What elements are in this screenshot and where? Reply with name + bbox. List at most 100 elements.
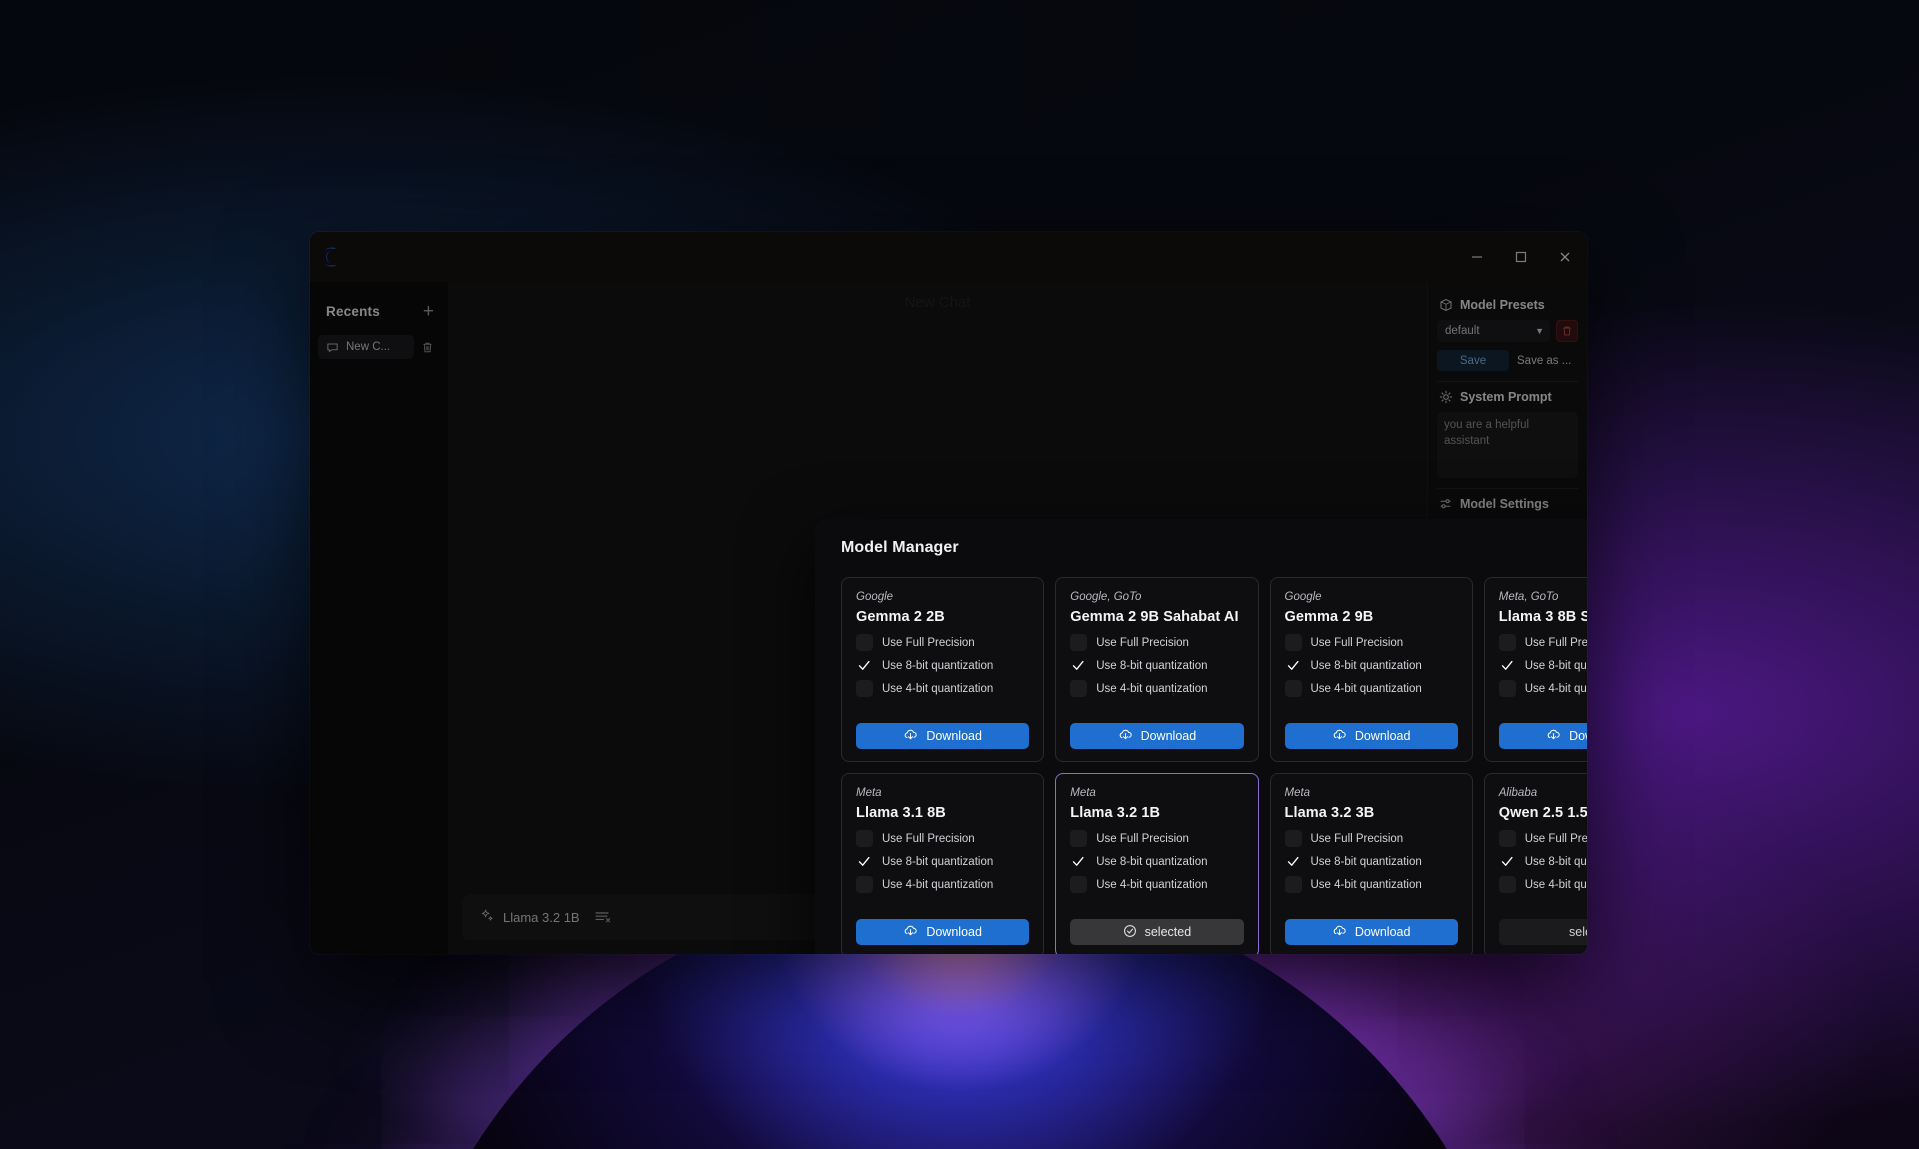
download-label: Download xyxy=(926,729,982,743)
model-name: Llama 3.2 3B xyxy=(1284,805,1375,821)
download-label: Download xyxy=(1354,729,1411,743)
option-row[interactable]: Use 4-bit quantization xyxy=(856,680,1029,697)
option-row[interactable]: Use 8-bit quantization xyxy=(1285,853,1458,870)
download-button[interactable]: Download xyxy=(1498,723,1587,749)
check-circle-icon xyxy=(1123,924,1137,941)
checkbox-unchecked[interactable] xyxy=(1070,680,1088,697)
model-name: Llama 3 8B Sahabat AI xyxy=(1498,609,1587,625)
checkbox-unchecked[interactable] xyxy=(1284,830,1302,847)
option-label: Use Full Precision xyxy=(1310,832,1404,845)
option-row[interactable]: Use 4-bit quantization xyxy=(1498,680,1587,697)
option-label: Use Full Precision xyxy=(1310,636,1404,649)
option-row[interactable]: Use Full Precision xyxy=(1284,634,1458,651)
checkbox-unchecked[interactable] xyxy=(1284,876,1302,893)
quantization-options: Use Full Precision Use 8-bit quantization… xyxy=(856,830,1029,893)
option-row[interactable]: Use 8-bit quantization xyxy=(1499,853,1587,870)
option-row[interactable]: Use Full Precision xyxy=(1284,830,1458,847)
dialog-title: Model Manager xyxy=(841,539,959,556)
model-name: Gemma 2 9B xyxy=(1284,609,1374,625)
checkbox-unchecked[interactable] xyxy=(856,830,873,847)
model-card[interactable]: Meta Llama 3.1 8B Use Full Precision Use 8-… xyxy=(841,773,1045,954)
option-label: Use 4-bit quantization xyxy=(1524,878,1587,891)
option-row[interactable]: Use 8-bit quantization xyxy=(856,657,1029,674)
checkbox-unchecked[interactable] xyxy=(856,876,873,893)
option-row[interactable]: Use 4-bit quantization xyxy=(856,876,1029,893)
option-row[interactable]: Use Full Precision xyxy=(1498,634,1587,651)
option-row[interactable]: Use 8-bit quantization xyxy=(1285,657,1458,674)
cloud-download-icon xyxy=(1332,728,1347,745)
cloud-download-icon xyxy=(1546,728,1561,745)
option-row[interactable]: Use Full Precision xyxy=(1498,830,1587,847)
option-row[interactable]: Use Full Precision xyxy=(1070,634,1243,651)
option-row[interactable]: Use 8-bit quantization xyxy=(1499,657,1587,674)
model-card[interactable]: Google Gemma 2 2B Use Full Precision Use 8-… xyxy=(841,577,1045,762)
option-row[interactable]: Use 4-bit quantization xyxy=(1070,680,1243,697)
select-button[interactable]: select xyxy=(1498,919,1587,945)
model-card[interactable]: Google, GoTo Gemma 2 9B Sahabat AI Use Ful… xyxy=(1055,577,1259,762)
download-button[interactable]: Download xyxy=(856,919,1030,945)
option-row[interactable]: Use 8-bit quantization xyxy=(856,853,1029,870)
model-name: Qwen 2.5 1.5B xyxy=(1498,805,1587,821)
checkbox-checked[interactable] xyxy=(856,853,873,870)
model-card-grid: Google Gemma 2 2B Use Full Precision Use 8-… xyxy=(841,577,1587,954)
checkbox-unchecked[interactable] xyxy=(1498,634,1516,651)
option-label: Use 4-bit quantization xyxy=(882,878,994,891)
model-org: Meta xyxy=(1284,787,1311,799)
model-card[interactable]: Meta Llama 3.2 3B Use Full Precision Use 8-… xyxy=(1269,773,1473,954)
checkbox-checked[interactable] xyxy=(1070,657,1087,674)
checkbox-unchecked[interactable] xyxy=(1284,634,1302,651)
checkbox-unchecked[interactable] xyxy=(856,680,873,697)
model-org: Alibaba xyxy=(1498,787,1538,799)
checkbox-checked[interactable] xyxy=(1070,853,1087,870)
download-button[interactable]: Download xyxy=(1070,723,1244,749)
quantization-options: Use Full Precision Use 8-bit quantization… xyxy=(1070,830,1243,893)
option-row[interactable]: Use Full Precision xyxy=(856,634,1029,651)
checkbox-checked[interactable] xyxy=(856,657,873,674)
option-row[interactable]: Use 4-bit quantization xyxy=(1498,876,1587,893)
model-card[interactable]: AlibabaQwen 2.5 1.5BUse Full PrecisionUs… xyxy=(1483,773,1587,954)
download-button[interactable]: Download xyxy=(856,723,1030,749)
checkbox-unchecked[interactable] xyxy=(1498,876,1516,893)
option-label: Use Full Precision xyxy=(882,832,975,845)
option-label: Use 4-bit quantization xyxy=(1310,682,1422,695)
model-card[interactable]: Meta, GoTo Llama 3 8B Sahabat AI Use Full … xyxy=(1483,577,1587,762)
model-manager-dialog: Model Manager Google Gemma 2 2B Use Full P… xyxy=(815,519,1587,954)
option-label: Use Full Precision xyxy=(1096,832,1189,845)
dialog-body: Google Gemma 2 2B Use Full Precision Use 8-… xyxy=(815,577,1587,954)
option-label: Use Full Precision xyxy=(1524,832,1587,845)
cloud-download-icon xyxy=(903,728,918,745)
quantization-options: Use Full Precision Use 8-bit quantization… xyxy=(1070,634,1243,697)
option-row[interactable]: Use 8-bit quantization xyxy=(1070,657,1243,674)
download-button[interactable]: Download xyxy=(1284,723,1458,749)
checkbox-unchecked[interactable] xyxy=(1498,680,1516,697)
checkbox-unchecked[interactable] xyxy=(1498,830,1516,847)
option-row[interactable]: Use Full Precision xyxy=(856,830,1029,847)
option-label: Use 8-bit quantization xyxy=(1524,659,1587,672)
option-label: Use 4-bit quantization xyxy=(882,682,994,695)
option-row[interactable]: Use 4-bit quantization xyxy=(1070,876,1243,893)
option-row[interactable]: Use 4-bit quantization xyxy=(1284,680,1458,697)
checkbox-checked[interactable] xyxy=(1499,853,1516,870)
checkbox-checked[interactable] xyxy=(1499,657,1516,674)
cloud-download-icon xyxy=(1118,728,1133,745)
selected-button[interactable]: selected xyxy=(1070,919,1244,945)
checkbox-unchecked[interactable] xyxy=(1070,830,1088,847)
checkbox-checked[interactable] xyxy=(1285,853,1302,870)
checkbox-checked[interactable] xyxy=(1285,657,1302,674)
checkbox-unchecked[interactable] xyxy=(1070,634,1088,651)
option-row[interactable]: Use 4-bit quantization xyxy=(1284,876,1458,893)
option-label: Use Full Precision xyxy=(1524,636,1587,649)
checkbox-unchecked[interactable] xyxy=(1070,876,1088,893)
model-org: Meta, GoTo xyxy=(1498,591,1559,603)
model-name: Gemma 2 9B Sahabat AI xyxy=(1070,609,1239,625)
checkbox-unchecked[interactable] xyxy=(1284,680,1302,697)
download-button[interactable]: Download xyxy=(1284,919,1458,945)
checkbox-unchecked[interactable] xyxy=(856,634,873,651)
quantization-options: Use Full Precision Use 8-bit quantization… xyxy=(1284,830,1458,893)
model-card[interactable]: Google Gemma 2 9B Use Full Precision Use 8-… xyxy=(1269,577,1473,762)
model-card[interactable]: Meta Llama 3.2 1B Use Full Precision Use 8-… xyxy=(1055,773,1259,954)
option-row[interactable]: Use 8-bit quantization xyxy=(1070,853,1243,870)
quantization-options: Use Full Precision Use 8-bit quantization… xyxy=(1498,830,1587,893)
option-row[interactable]: Use Full Precision xyxy=(1070,830,1243,847)
